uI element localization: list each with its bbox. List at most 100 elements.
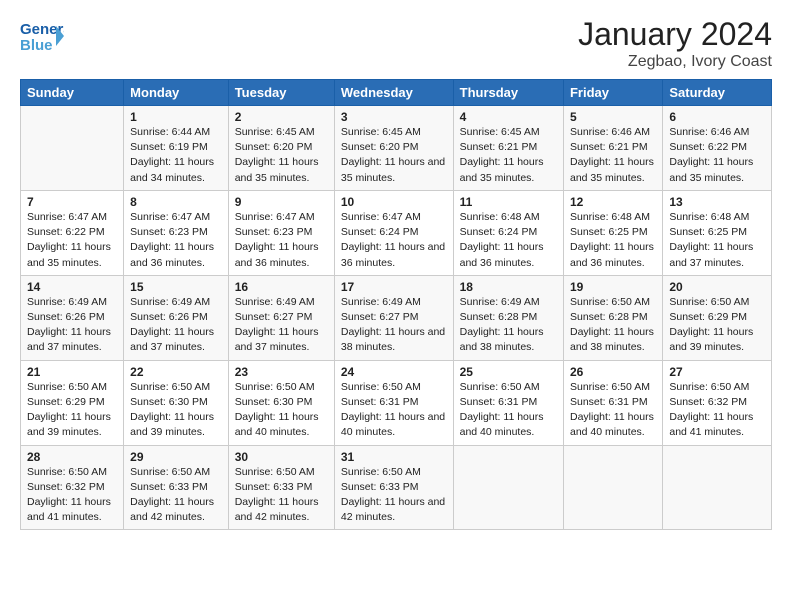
day-number: 12 [570,195,656,209]
sunset: Sunset: 6:21 PM [460,141,538,153]
sunrise: Sunrise: 6:46 AM [570,126,650,138]
calendar-cell: 17 Sunrise: 6:49 AM Sunset: 6:27 PM Dayl… [334,275,453,360]
sunrise: Sunrise: 6:50 AM [669,296,749,308]
week-row-4: 28 Sunrise: 6:50 AM Sunset: 6:32 PM Dayl… [21,445,772,530]
daylight: Daylight: 11 hours and 35 minutes. [460,156,544,183]
day-info: Sunrise: 6:45 AM Sunset: 6:20 PM Dayligh… [235,125,328,186]
day-number: 14 [27,280,117,294]
sunrise: Sunrise: 6:49 AM [341,296,421,308]
sunset: Sunset: 6:22 PM [669,141,747,153]
daylight: Daylight: 11 hours and 42 minutes. [235,496,319,523]
day-number: 28 [27,450,117,464]
calendar-cell: 4 Sunrise: 6:45 AM Sunset: 6:21 PM Dayli… [453,106,563,191]
day-number: 21 [27,365,117,379]
daylight: Daylight: 11 hours and 37 minutes. [235,326,319,353]
sunrise: Sunrise: 6:49 AM [27,296,107,308]
col-monday: Monday [124,80,229,106]
sunset: Sunset: 6:33 PM [341,481,419,493]
day-number: 17 [341,280,447,294]
day-info: Sunrise: 6:50 AM Sunset: 6:31 PM Dayligh… [341,380,447,441]
calendar-cell: 27 Sunrise: 6:50 AM Sunset: 6:32 PM Dayl… [663,360,772,445]
title-block: January 2024 Zegbao, Ivory Coast [578,16,772,71]
sunset: Sunset: 6:26 PM [130,311,208,323]
day-info: Sunrise: 6:47 AM Sunset: 6:24 PM Dayligh… [341,210,447,271]
sunrise: Sunrise: 6:50 AM [27,381,107,393]
daylight: Daylight: 11 hours and 37 minutes. [27,326,111,353]
calendar-cell: 24 Sunrise: 6:50 AM Sunset: 6:31 PM Dayl… [334,360,453,445]
sunrise: Sunrise: 6:50 AM [130,381,210,393]
sunrise: Sunrise: 6:45 AM [460,126,540,138]
day-number: 5 [570,110,656,124]
sunset: Sunset: 6:31 PM [570,396,648,408]
day-info: Sunrise: 6:50 AM Sunset: 6:29 PM Dayligh… [27,380,117,441]
sunset: Sunset: 6:23 PM [235,226,313,238]
sunset: Sunset: 6:33 PM [235,481,313,493]
day-number: 3 [341,110,447,124]
sunrise: Sunrise: 6:50 AM [27,466,107,478]
day-number: 6 [669,110,765,124]
day-number: 15 [130,280,222,294]
sunset: Sunset: 6:24 PM [460,226,538,238]
calendar-cell: 18 Sunrise: 6:49 AM Sunset: 6:28 PM Dayl… [453,275,563,360]
daylight: Daylight: 11 hours and 35 minutes. [235,156,319,183]
sunset: Sunset: 6:30 PM [130,396,208,408]
sunrise: Sunrise: 6:48 AM [669,211,749,223]
day-number: 31 [341,450,447,464]
daylight: Daylight: 11 hours and 42 minutes. [341,496,445,523]
calendar-cell: 13 Sunrise: 6:48 AM Sunset: 6:25 PM Dayl… [663,190,772,275]
daylight: Daylight: 11 hours and 38 minutes. [460,326,544,353]
sunrise: Sunrise: 6:44 AM [130,126,210,138]
calendar-cell: 20 Sunrise: 6:50 AM Sunset: 6:29 PM Dayl… [663,275,772,360]
daylight: Daylight: 11 hours and 39 minutes. [130,411,214,438]
calendar-cell: 25 Sunrise: 6:50 AM Sunset: 6:31 PM Dayl… [453,360,563,445]
col-wednesday: Wednesday [334,80,453,106]
col-friday: Friday [563,80,662,106]
day-number: 27 [669,365,765,379]
calendar-cell: 3 Sunrise: 6:45 AM Sunset: 6:20 PM Dayli… [334,106,453,191]
sunset: Sunset: 6:29 PM [669,311,747,323]
day-info: Sunrise: 6:50 AM Sunset: 6:33 PM Dayligh… [130,465,222,526]
sunset: Sunset: 6:24 PM [341,226,419,238]
day-number: 19 [570,280,656,294]
sunrise: Sunrise: 6:50 AM [570,296,650,308]
day-number: 9 [235,195,328,209]
calendar-cell: 12 Sunrise: 6:48 AM Sunset: 6:25 PM Dayl… [563,190,662,275]
daylight: Daylight: 11 hours and 39 minutes. [669,326,753,353]
calendar-cell: 29 Sunrise: 6:50 AM Sunset: 6:33 PM Dayl… [124,445,229,530]
daylight: Daylight: 11 hours and 37 minutes. [130,326,214,353]
day-number: 29 [130,450,222,464]
calendar-cell: 26 Sunrise: 6:50 AM Sunset: 6:31 PM Dayl… [563,360,662,445]
daylight: Daylight: 11 hours and 39 minutes. [27,411,111,438]
day-number: 22 [130,365,222,379]
day-info: Sunrise: 6:50 AM Sunset: 6:29 PM Dayligh… [669,295,765,356]
calendar-cell [21,106,124,191]
sunrise: Sunrise: 6:50 AM [235,466,315,478]
sunset: Sunset: 6:25 PM [669,226,747,238]
day-number: 1 [130,110,222,124]
sunrise: Sunrise: 6:49 AM [235,296,315,308]
sunrise: Sunrise: 6:50 AM [341,466,421,478]
daylight: Daylight: 11 hours and 41 minutes. [27,496,111,523]
day-info: Sunrise: 6:49 AM Sunset: 6:26 PM Dayligh… [130,295,222,356]
sunset: Sunset: 6:21 PM [570,141,648,153]
day-info: Sunrise: 6:48 AM Sunset: 6:24 PM Dayligh… [460,210,557,271]
day-number: 11 [460,195,557,209]
calendar-cell: 21 Sunrise: 6:50 AM Sunset: 6:29 PM Dayl… [21,360,124,445]
calendar-cell: 22 Sunrise: 6:50 AM Sunset: 6:30 PM Dayl… [124,360,229,445]
calendar-cell: 14 Sunrise: 6:49 AM Sunset: 6:26 PM Dayl… [21,275,124,360]
sunrise: Sunrise: 6:50 AM [341,381,421,393]
sunrise: Sunrise: 6:45 AM [341,126,421,138]
day-number: 30 [235,450,328,464]
page-header: General Blue January 2024 Zegbao, Ivory … [20,16,772,71]
sunset: Sunset: 6:19 PM [130,141,208,153]
day-info: Sunrise: 6:48 AM Sunset: 6:25 PM Dayligh… [570,210,656,271]
daylight: Daylight: 11 hours and 35 minutes. [27,241,111,268]
sunset: Sunset: 6:27 PM [341,311,419,323]
calendar-cell: 19 Sunrise: 6:50 AM Sunset: 6:28 PM Dayl… [563,275,662,360]
calendar-cell: 28 Sunrise: 6:50 AM Sunset: 6:32 PM Dayl… [21,445,124,530]
sunset: Sunset: 6:31 PM [460,396,538,408]
sunset: Sunset: 6:20 PM [235,141,313,153]
daylight: Daylight: 11 hours and 38 minutes. [341,326,445,353]
col-sunday: Sunday [21,80,124,106]
day-info: Sunrise: 6:50 AM Sunset: 6:33 PM Dayligh… [235,465,328,526]
